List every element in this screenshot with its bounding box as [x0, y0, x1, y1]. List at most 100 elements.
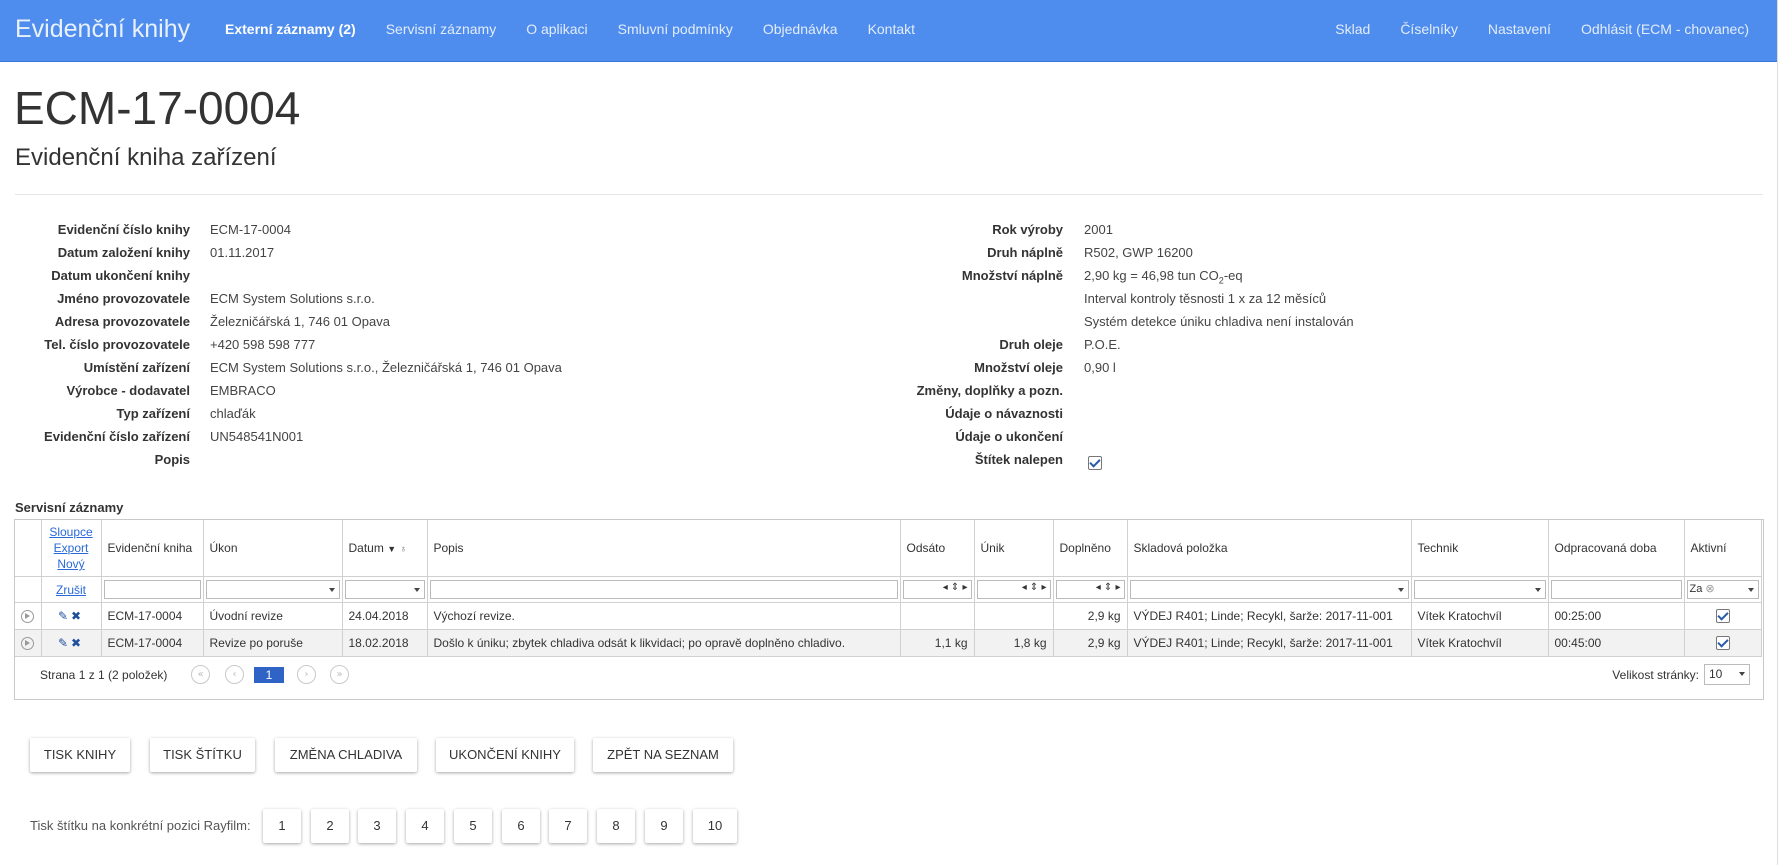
- column-header-action[interactable]: Úkon: [203, 520, 343, 577]
- page-title: ECM-17-0004: [14, 82, 301, 134]
- detail-label: Množství oleje: [974, 360, 1063, 375]
- nav-ciselniky[interactable]: Číselníky: [1385, 0, 1473, 61]
- column-header-date-label: Datum: [348, 541, 384, 555]
- rayfilm-position-1[interactable]: 1: [263, 809, 301, 843]
- nav-kontakt[interactable]: Kontakt: [853, 0, 930, 61]
- print-label-button[interactable]: TISK ŠTÍTKU: [150, 738, 255, 772]
- detail-value: P.O.E.: [1084, 337, 1121, 352]
- rayfilm-position-4[interactable]: 4: [406, 809, 444, 843]
- nav-objednavka[interactable]: Objednávka: [748, 0, 853, 61]
- columns-link[interactable]: Sloupce: [49, 525, 92, 539]
- fill-amount-value: 2,90 kg = 46,98 tun CO2-eq: [1084, 266, 1243, 291]
- rayfilm-position-3[interactable]: 3: [358, 809, 396, 843]
- detail-label: Adresa provozovatele: [54, 314, 190, 329]
- column-header-doplneno[interactable]: Doplněno: [1053, 520, 1128, 577]
- page-scrollbar[interactable]: [1777, 0, 1781, 865]
- cancel-filter-link[interactable]: Zrušit: [56, 583, 86, 597]
- rayfilm-position-8[interactable]: 8: [597, 809, 635, 843]
- detail-value: ECM-17-0004: [210, 222, 291, 237]
- rayfilm-position-7[interactable]: 7: [549, 809, 587, 843]
- print-book-button[interactable]: TISK KNIHY: [30, 738, 130, 772]
- edit-icon[interactable]: ✎: [58, 609, 68, 623]
- filter-description-input[interactable]: [429, 580, 898, 599]
- filter-date-select[interactable]: [344, 580, 425, 599]
- current-page-button[interactable]: 1: [254, 667, 284, 683]
- filter-stock-select[interactable]: [1129, 580, 1409, 599]
- nav-externi-zaznamy[interactable]: Externí záznamy (2): [210, 0, 371, 61]
- column-header-technician[interactable]: Technik: [1411, 520, 1549, 577]
- detail-label: Umístění zařízení: [83, 360, 190, 375]
- app-brand[interactable]: Evidenční knihy: [15, 15, 190, 44]
- rayfilm-position-5[interactable]: 5: [454, 809, 492, 843]
- nav-nastaveni[interactable]: Nastavení: [1473, 0, 1566, 61]
- fill-amount-text: 2,90 kg = 46,98 tun CO: [1084, 268, 1219, 283]
- active-checkbox[interactable]: [1715, 609, 1730, 624]
- delete-icon[interactable]: ✖: [71, 609, 81, 623]
- detail-label: Výrobce - dodavatel: [66, 383, 190, 398]
- back-to-list-button[interactable]: ZPĚT NA SEZNAM: [593, 738, 733, 772]
- delete-icon[interactable]: ✖: [71, 636, 81, 650]
- column-header-odsato[interactable]: Odsáto: [900, 520, 975, 577]
- nav-left: Externí záznamy (2) Servisní záznamy O a…: [210, 0, 930, 61]
- table-row[interactable]: ✎ ✖ ECM-17-0004 Úvodní revize 24.04.2018 …: [15, 602, 1762, 630]
- cell-doplneno: 2,9 kg: [1053, 602, 1128, 630]
- filter-doplneno-spinner[interactable]: [1055, 580, 1125, 599]
- nav-smluvni-podminky[interactable]: Smluvní podmínky: [603, 0, 748, 61]
- close-book-button[interactable]: UKONČENÍ KNIHY: [436, 738, 574, 772]
- filter-action-select[interactable]: [205, 580, 340, 599]
- expand-row-icon[interactable]: [21, 610, 35, 623]
- filter-unik-spinner[interactable]: [976, 580, 1051, 599]
- column-header-time[interactable]: Odpracovaná doba: [1548, 520, 1685, 577]
- page-subtitle: Evidenční kniha zařízení: [15, 144, 277, 171]
- column-header-unik[interactable]: Únik: [974, 520, 1054, 577]
- new-record-link[interactable]: Nový: [57, 557, 84, 571]
- first-page-icon[interactable]: «: [191, 665, 210, 684]
- nav-o-aplikaci[interactable]: O aplikaci: [511, 0, 602, 61]
- detail-label: Typ zařízení: [116, 406, 190, 421]
- fill-amount-suffix: -eq: [1223, 268, 1243, 283]
- detail-label: Datum založení knihy: [57, 245, 190, 260]
- cell-description: Výchozí revize.: [427, 602, 901, 630]
- column-header-date[interactable]: Datum ▼ ♁: [342, 520, 428, 577]
- filter-time-input[interactable]: [1550, 580, 1682, 599]
- nav-odhlasit[interactable]: Odhlásit (ECM - chovanec): [1566, 0, 1764, 61]
- nav-sklad[interactable]: Sklad: [1320, 0, 1385, 61]
- cell-active: [1684, 602, 1762, 630]
- filter-active-select[interactable]: Za ⊗: [1686, 580, 1759, 599]
- detail-value: chlaďák: [210, 406, 256, 421]
- nav-right: Sklad Číselníky Nastavení Odhlásit (ECM …: [1320, 0, 1764, 61]
- nav-servisni-zaznamy[interactable]: Servisní záznamy: [371, 0, 511, 61]
- rayfilm-position-9[interactable]: 9: [645, 809, 683, 843]
- rayfilm-position-10[interactable]: 10: [693, 809, 737, 843]
- rayfilm-position-2[interactable]: 2: [311, 809, 349, 843]
- filter-technician-select[interactable]: [1413, 580, 1546, 599]
- column-header-active[interactable]: Aktivní: [1684, 520, 1762, 577]
- cell-unik: 1,8 kg: [974, 629, 1054, 657]
- table-row[interactable]: ✎ ✖ ECM-17-0004 Revize po poruše 18.02.20…: [15, 629, 1762, 657]
- clear-icon[interactable]: ⊗: [1705, 583, 1714, 595]
- cell-unik: [974, 602, 1054, 630]
- column-header-description[interactable]: Popis: [427, 520, 901, 577]
- filter-odsato-spinner[interactable]: [902, 580, 972, 599]
- filter-book-input[interactable]: [103, 580, 201, 599]
- column-header-stock[interactable]: Skladová položka: [1127, 520, 1412, 577]
- detail-value: UN548541N001: [210, 429, 304, 444]
- expand-row-icon[interactable]: [21, 637, 35, 650]
- prev-page-icon[interactable]: ‹: [225, 665, 244, 684]
- cell-time: 00:25:00: [1548, 602, 1685, 630]
- next-page-icon[interactable]: ›: [297, 665, 316, 684]
- service-records-grid: Sloupce Export Nový Evidenční kniha Úkon…: [14, 519, 1764, 700]
- detail-label: Druh náplně: [987, 245, 1063, 260]
- change-refrigerant-button[interactable]: ZMĚNA CHLADIVA: [275, 738, 417, 772]
- active-checkbox[interactable]: [1715, 636, 1730, 651]
- detail-value: ECM System Solutions s.r.o.: [210, 291, 375, 306]
- column-header-book[interactable]: Evidenční kniha: [101, 520, 204, 577]
- page-size-select[interactable]: 10: [1704, 664, 1750, 685]
- detail-value: 2001: [1084, 222, 1113, 237]
- cell-stock: VÝDEJ R401; Linde; Recykl, šarže: 2017-1…: [1127, 629, 1412, 657]
- export-link[interactable]: Export: [54, 541, 89, 555]
- last-page-icon[interactable]: »: [330, 665, 349, 684]
- rayfilm-position-6[interactable]: 6: [502, 809, 540, 843]
- edit-icon[interactable]: ✎: [58, 636, 68, 650]
- page-size-value: 10: [1709, 667, 1723, 681]
